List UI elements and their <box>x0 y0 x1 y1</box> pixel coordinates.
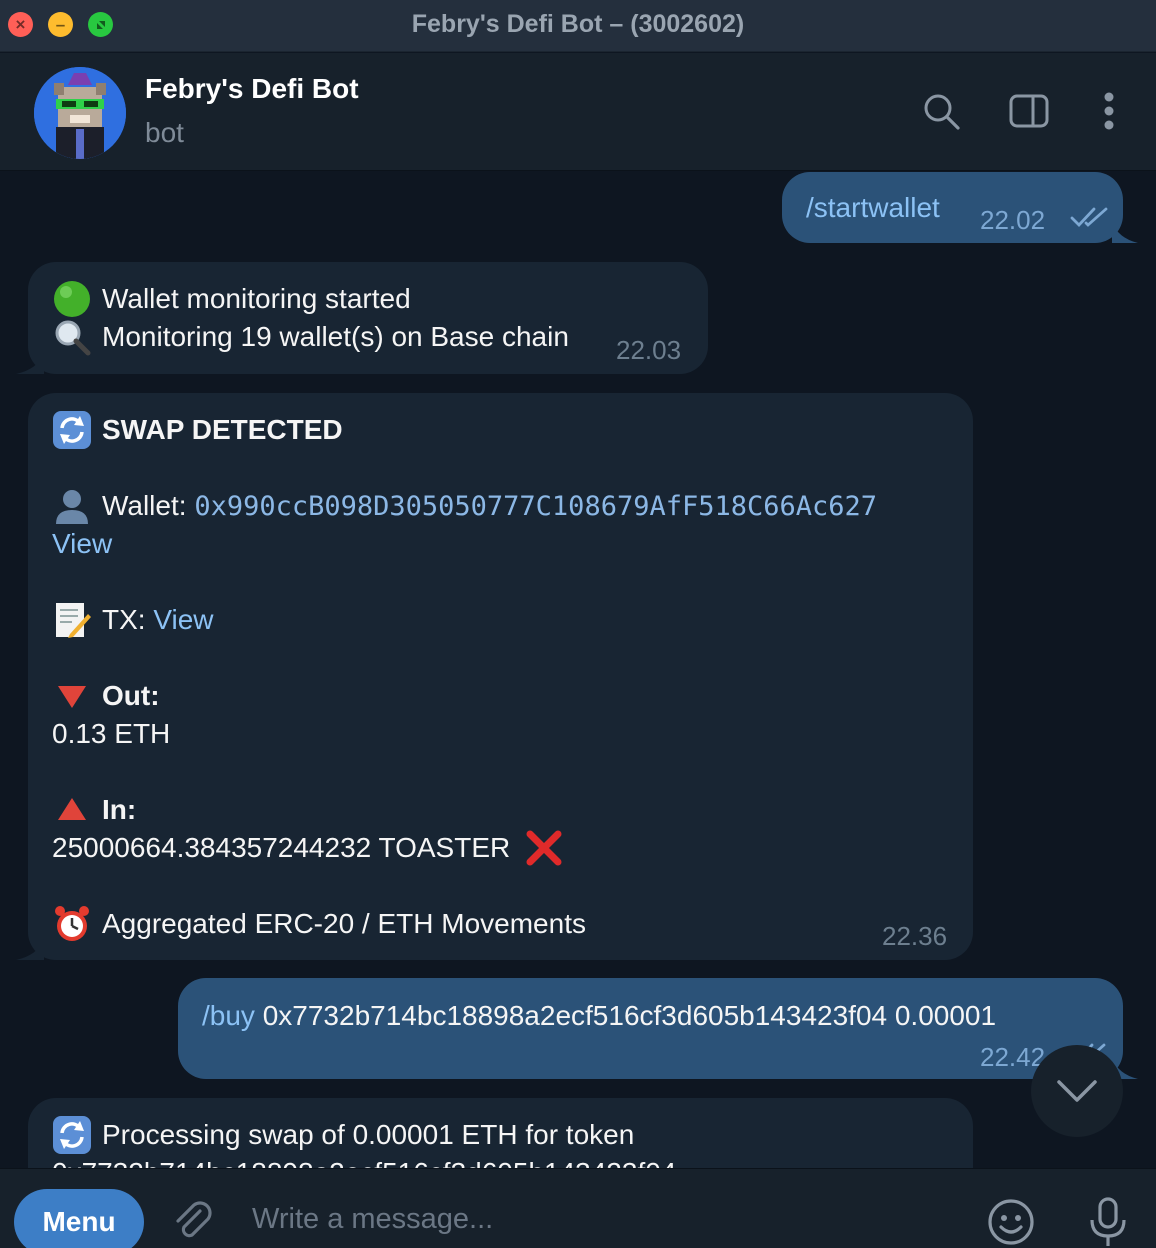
wallet-address[interactable]: 0x990ccB098D305050777C108679AfF518C66Ac6… <box>194 491 877 522</box>
message-composer: Menu <box>0 1168 1156 1248</box>
double-check-icon <box>1070 207 1108 228</box>
more-button[interactable] <box>1087 89 1131 133</box>
memo-icon <box>56 602 91 638</box>
emoji-button[interactable] <box>984 1195 1038 1248</box>
more-vertical-icon <box>1104 92 1114 130</box>
red-triangle-up-icon <box>58 797 86 820</box>
chat-subtitle: bot <box>145 117 184 148</box>
voice-button[interactable] <box>1081 1195 1135 1248</box>
command-link[interactable]: /startwallet <box>806 189 940 227</box>
message-text: Wallet monitoring started <box>102 283 411 314</box>
tx-view-link[interactable]: View <box>153 604 213 635</box>
bubble-tail <box>16 939 44 960</box>
tx-label: TX: <box>102 604 154 635</box>
window-title: Febry's Defi Bot – (3002602) <box>411 10 745 38</box>
message-outgoing[interactable]: /buy 0x7732b714bc18898a2ecf516cf3d605b14… <box>178 978 1123 1079</box>
message-incoming[interactable]: Processing swap of 0.00001 ETH for token… <box>28 1098 973 1168</box>
message-time: 22.36 <box>882 921 948 951</box>
in-label: In: <box>102 794 137 825</box>
out-row: Out: <box>52 677 160 718</box>
command-args: 0x7732b714bc18898a2ecf516cf3d605b143423f… <box>254 1000 997 1031</box>
avatar[interactable] <box>34 67 126 159</box>
message-text: /buy 0x7732b714bc18898a2ecf516cf3d605b14… <box>202 997 996 1035</box>
attach-button[interactable] <box>166 1195 220 1248</box>
message-time: 22.02 <box>980 205 1046 235</box>
message-incoming[interactable]: SWAP DETECTED Wallet: 0x990ccB098D305050… <box>28 393 973 960</box>
microphone-icon <box>1090 1197 1126 1246</box>
menu-button[interactable]: Menu <box>14 1189 144 1248</box>
out-value: 0.13 ETH <box>52 718 171 749</box>
message-line: Processing swap of 0.00001 ETH for token <box>52 1115 635 1157</box>
message-text: Monitoring 19 wallet(s) on Base chain <box>102 321 569 352</box>
bubble-tail <box>16 353 44 374</box>
message-heading: SWAP DETECTED <box>52 410 343 452</box>
message-incoming[interactable]: Wallet monitoring started Monitoring 19 … <box>28 262 708 374</box>
chat-title: Febry's Defi Bot <box>145 73 359 104</box>
out-label: Out: <box>102 680 160 711</box>
message-text: SWAP DETECTED <box>102 414 343 445</box>
in-value: 25000664.384357244232 TOASTER <box>52 832 511 863</box>
message-outgoing[interactable]: /startwallet 22.02 <box>782 172 1123 243</box>
message-text: Aggregated ERC-20 / ETH Movements <box>102 908 586 939</box>
chat-header: Febry's Defi Bot bot <box>0 53 1156 171</box>
chevron-down-icon <box>1057 1080 1097 1102</box>
sidebar-toggle-button[interactable] <box>1007 89 1051 133</box>
wallet-view-link[interactable]: View <box>52 525 112 563</box>
tx-row: TX: View <box>52 601 214 642</box>
search-button[interactable] <box>919 89 963 133</box>
window-titlebar: × – Febry's Defi Bot – (3002602) <box>0 0 1156 52</box>
footer-row: Aggregated ERC-20 / ETH Movements <box>52 905 586 946</box>
attach-icon <box>176 1201 212 1238</box>
cross-mark-icon <box>526 830 562 866</box>
scroll-down-button[interactable] <box>1031 1045 1123 1137</box>
sidebar-toggle-icon <box>1009 94 1049 128</box>
magnifier-icon <box>55 320 91 356</box>
message-time: 22.03 <box>616 335 682 365</box>
wallet-row: Wallet: 0x990ccB098D305050777C108679AfF5… <box>52 487 877 528</box>
message-input[interactable] <box>252 1197 952 1241</box>
search-icon <box>924 94 960 130</box>
message-line: 0x7732b714bc18898a2ecf516cf3d605b143423f… <box>52 1154 676 1168</box>
in-value-row: 25000664.384357244232 TOASTER <box>52 829 574 870</box>
emoji-icon <box>988 1199 1034 1245</box>
message-line: Wallet monitoring started <box>52 280 411 321</box>
user-icon <box>56 489 88 524</box>
green-circle-icon <box>54 280 90 317</box>
bubble-tail <box>1112 222 1138 243</box>
message-line: Monitoring 19 wallet(s) on Base chain <box>52 318 569 359</box>
wallet-label: Wallet: <box>102 490 195 521</box>
message-text: Processing swap of 0.00001 ETH for token <box>102 1119 635 1150</box>
message-list[interactable]: /startwallet 22.02 Wallet monitoring sta… <box>0 172 1156 1168</box>
red-triangle-down-icon <box>58 685 86 708</box>
alarm-clock-icon <box>55 905 89 941</box>
refresh-icon <box>53 410 91 449</box>
bot-avatar-icon <box>34 67 126 159</box>
refresh-icon <box>53 1115 91 1154</box>
command-link[interactable]: /buy <box>202 1000 255 1031</box>
in-row: In: <box>52 791 136 832</box>
